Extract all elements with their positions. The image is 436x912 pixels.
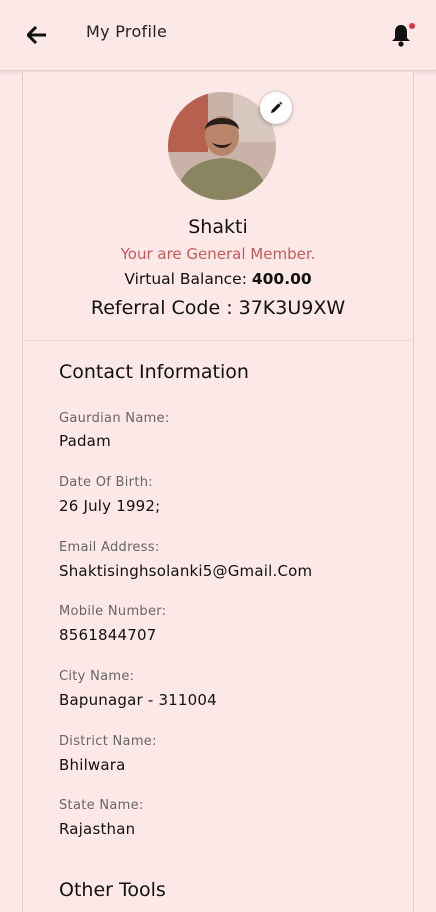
city-name-label: City Name: (59, 669, 135, 684)
divider (22, 340, 412, 341)
email-address-label: Email Address: (59, 540, 160, 555)
notification-badge (409, 23, 415, 29)
city-name-value: Bapunagar - 311004 (59, 691, 217, 709)
membership-status: Your are General Member. (120, 245, 316, 263)
district-name-value: Bhilwara (59, 756, 126, 774)
guardian-name-label: Gaurdian Name: (59, 411, 170, 426)
arrow-left-icon (27, 26, 46, 44)
contact-information-heading: Contact Information (59, 361, 249, 383)
date-of-birth-value: 26 July 1992; (59, 497, 161, 515)
referral-code: Referral Code : 37K3U9XW (90, 297, 346, 319)
balance-value: 400.00 (251, 270, 312, 288)
district-name-label: District Name: (59, 734, 157, 749)
mobile-number-label: Mobile Number: (59, 604, 167, 619)
virtual-balance: Virtual Balance: 400.00 (0, 270, 436, 288)
back-button[interactable] (20, 18, 54, 52)
email-address-value: Shaktisinghsolanki5@Gmail.Com (59, 562, 313, 580)
balance-label: Virtual Balance: (124, 270, 252, 288)
profile-name: Shakti (188, 216, 248, 238)
page-title: My Profile (86, 22, 168, 41)
date-of-birth-label: Date Of Birth: (59, 475, 153, 490)
pencil-icon (271, 101, 283, 113)
notifications-button[interactable] (386, 20, 416, 50)
mobile-number-value: 8561844707 (59, 626, 157, 644)
other-tools-heading: Other Tools (59, 879, 166, 901)
state-name-value: Rajasthan (59, 820, 136, 838)
state-name-label: State Name: (59, 798, 144, 813)
edit-photo-button[interactable] (260, 92, 292, 124)
guardian-name-value: Padam (59, 432, 111, 450)
app-bar: My Profile (0, 0, 436, 71)
